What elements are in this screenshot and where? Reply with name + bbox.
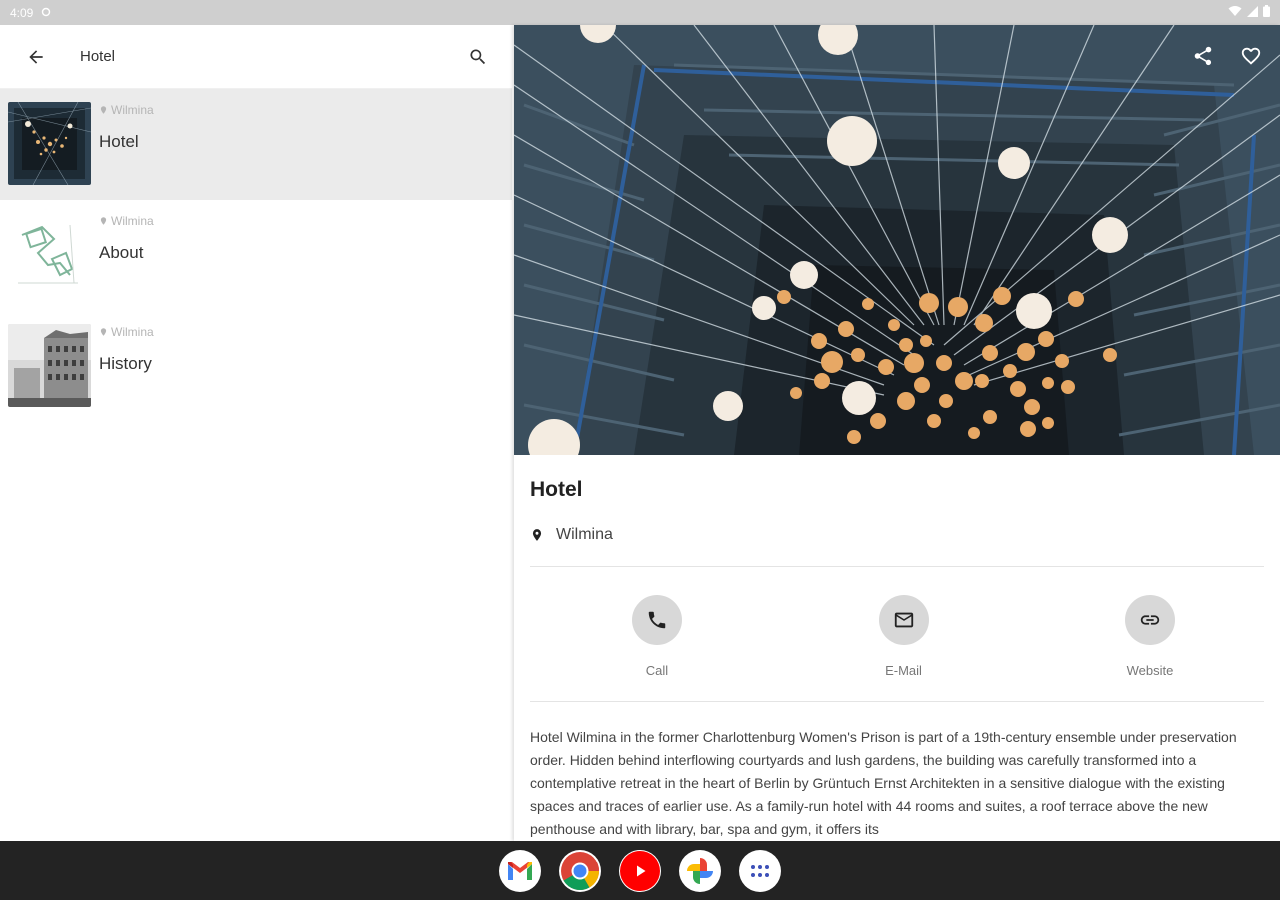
phone-icon xyxy=(648,611,666,629)
call-label: Call xyxy=(645,663,669,678)
mail-icon xyxy=(894,612,913,628)
detail-content: Hotel Wilmina Call E-Mail Website Hotel … xyxy=(514,478,1280,841)
result-item-about[interactable]: Wilmina About xyxy=(0,200,512,311)
email-button[interactable]: E-Mail xyxy=(864,595,944,701)
map-pin-icon xyxy=(100,328,107,336)
arrow-left-icon xyxy=(29,49,43,64)
detail-location: Wilmina xyxy=(530,526,1264,544)
search-button[interactable] xyxy=(464,43,492,71)
website-button[interactable]: Website xyxy=(1110,595,1190,701)
photos-icon xyxy=(687,857,713,884)
result-thumbnail xyxy=(8,213,91,296)
heart-icon xyxy=(1241,47,1261,65)
results-list: Wilmina Hotel Wilmina About Wilmina Hist… xyxy=(0,89,512,422)
result-item-hotel[interactable]: Wilmina Hotel xyxy=(0,89,512,200)
divider xyxy=(530,701,1264,702)
result-location: Wilmina xyxy=(111,214,154,228)
app-drawer[interactable] xyxy=(739,849,781,892)
email-label: E-Mail xyxy=(885,663,922,678)
map-pin-icon xyxy=(532,529,542,541)
link-icon xyxy=(1140,615,1160,625)
detail-location-label: Wilmina xyxy=(556,526,613,543)
app-drawer-icon xyxy=(751,864,769,877)
map-pin-icon xyxy=(100,106,107,114)
result-title: Hotel xyxy=(99,132,139,151)
search-bar: Hotel xyxy=(0,25,512,89)
wifi-icon xyxy=(1228,5,1242,20)
status-time: 4:09 xyxy=(10,5,34,20)
chrome-app[interactable] xyxy=(559,849,601,892)
search-results-panel: Hotel Wilmina Hotel Wilmina About Wilmin… xyxy=(0,25,512,841)
result-thumbnail xyxy=(8,102,91,185)
search-query[interactable]: Hotel xyxy=(80,48,464,65)
result-thumbnail xyxy=(8,324,91,407)
hero-image xyxy=(514,25,1280,455)
map-pin-icon xyxy=(100,217,107,225)
favorite-button[interactable] xyxy=(1238,43,1264,69)
result-location: Wilmina xyxy=(111,103,154,117)
share-button[interactable] xyxy=(1190,43,1216,69)
chrome-icon xyxy=(561,851,600,890)
share-icon xyxy=(1194,46,1212,66)
detail-panel: Hotel Wilmina Call E-Mail Website Hotel … xyxy=(514,25,1280,841)
result-item-history[interactable]: Wilmina History xyxy=(0,311,512,422)
call-button[interactable]: Call xyxy=(617,595,697,701)
back-button[interactable] xyxy=(22,43,50,71)
app-dock xyxy=(0,841,1280,900)
detail-title: Hotel xyxy=(530,478,583,501)
gmail-app[interactable] xyxy=(499,849,541,892)
photos-app[interactable] xyxy=(679,849,721,892)
result-title: History xyxy=(99,354,152,373)
gmail-icon xyxy=(508,861,532,880)
search-icon xyxy=(470,49,486,64)
detail-description: Hotel Wilmina in the former Charlottenbu… xyxy=(530,729,1237,837)
notification-icon xyxy=(41,6,51,20)
status-bar: 4:09 xyxy=(0,0,1280,25)
contact-actions: Call E-Mail Website xyxy=(530,567,1264,701)
result-title: About xyxy=(99,243,144,262)
website-label: Website xyxy=(1126,663,1174,678)
youtube-icon xyxy=(620,850,660,891)
battery-icon xyxy=(1263,5,1270,20)
result-location: Wilmina xyxy=(111,325,154,339)
signal-icon xyxy=(1247,5,1258,20)
youtube-app[interactable] xyxy=(619,849,661,892)
